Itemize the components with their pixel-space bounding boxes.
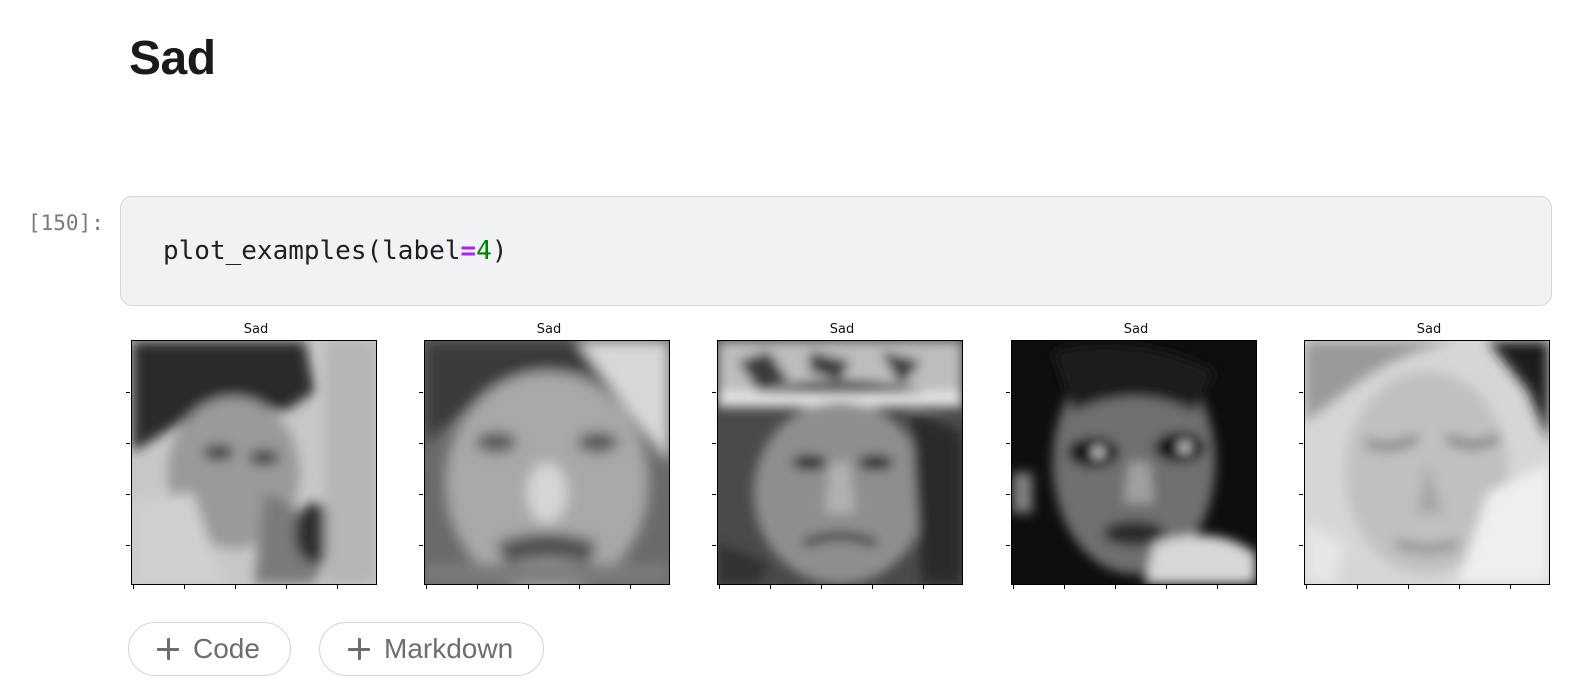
example-panel-4: Sad [1006, 318, 1261, 593]
face-image [1011, 340, 1257, 585]
example-panel-5: Sad [1299, 318, 1554, 593]
code-line[interactable]: plot_examples(label=4) [163, 233, 507, 269]
y-tick [1299, 392, 1303, 393]
cell-output: Sad Sad Sad Sad Sad [0, 318, 1570, 608]
y-tick [1006, 443, 1010, 444]
code-func: plot_examples(label [163, 236, 461, 266]
y-tick [1006, 545, 1010, 546]
y-tick [419, 392, 423, 393]
example-panel-3: Sad [712, 318, 967, 593]
face-image [131, 340, 377, 585]
y-tick [1006, 392, 1010, 393]
panel-title: Sad [1123, 322, 1149, 337]
code-operator: = [460, 236, 477, 266]
panel-title: Sad [829, 322, 855, 337]
add-code-label: Code [193, 633, 260, 664]
y-tick [419, 494, 423, 495]
add-markdown-cell-button[interactable]: Markdown [319, 622, 545, 676]
y-tick [712, 545, 716, 546]
notebook-page: Sad [150]: plot_examples(label=4) Sad Sa… [0, 0, 1570, 696]
y-tick [419, 443, 423, 444]
plus-icon [157, 638, 179, 660]
face-boy-image [132, 341, 376, 584]
y-tick [126, 392, 130, 393]
code-cell[interactable]: plot_examples(label=4) [120, 196, 1552, 306]
face-girl-image [1012, 341, 1256, 584]
y-tick [1299, 494, 1303, 495]
face-child-image [425, 341, 669, 584]
panel-title: Sad [243, 322, 269, 337]
face-cyclist-image [718, 341, 962, 584]
example-panel-1: Sad [126, 318, 381, 593]
y-tick [1299, 545, 1303, 546]
execution-count: [150]: [28, 211, 104, 235]
face-image [1304, 340, 1550, 585]
y-tick [712, 494, 716, 495]
y-tick [126, 545, 130, 546]
face-woman-image [1305, 341, 1549, 584]
example-panel-2: Sad [419, 318, 674, 593]
face-image [717, 340, 963, 585]
y-tick [1006, 494, 1010, 495]
markdown-heading: Sad [129, 32, 216, 85]
code-number: 4 [476, 236, 492, 266]
panel-title: Sad [1416, 322, 1442, 337]
y-tick [126, 494, 130, 495]
y-tick [126, 443, 130, 444]
plus-icon [348, 638, 370, 660]
y-tick [712, 443, 716, 444]
face-image [424, 340, 670, 585]
y-tick [419, 545, 423, 546]
y-tick [1299, 443, 1303, 444]
code-close-paren: ) [491, 236, 508, 266]
add-markdown-label: Markdown [384, 633, 514, 664]
add-code-cell-button[interactable]: Code [128, 622, 291, 676]
panel-title: Sad [536, 322, 562, 337]
y-tick [712, 392, 716, 393]
